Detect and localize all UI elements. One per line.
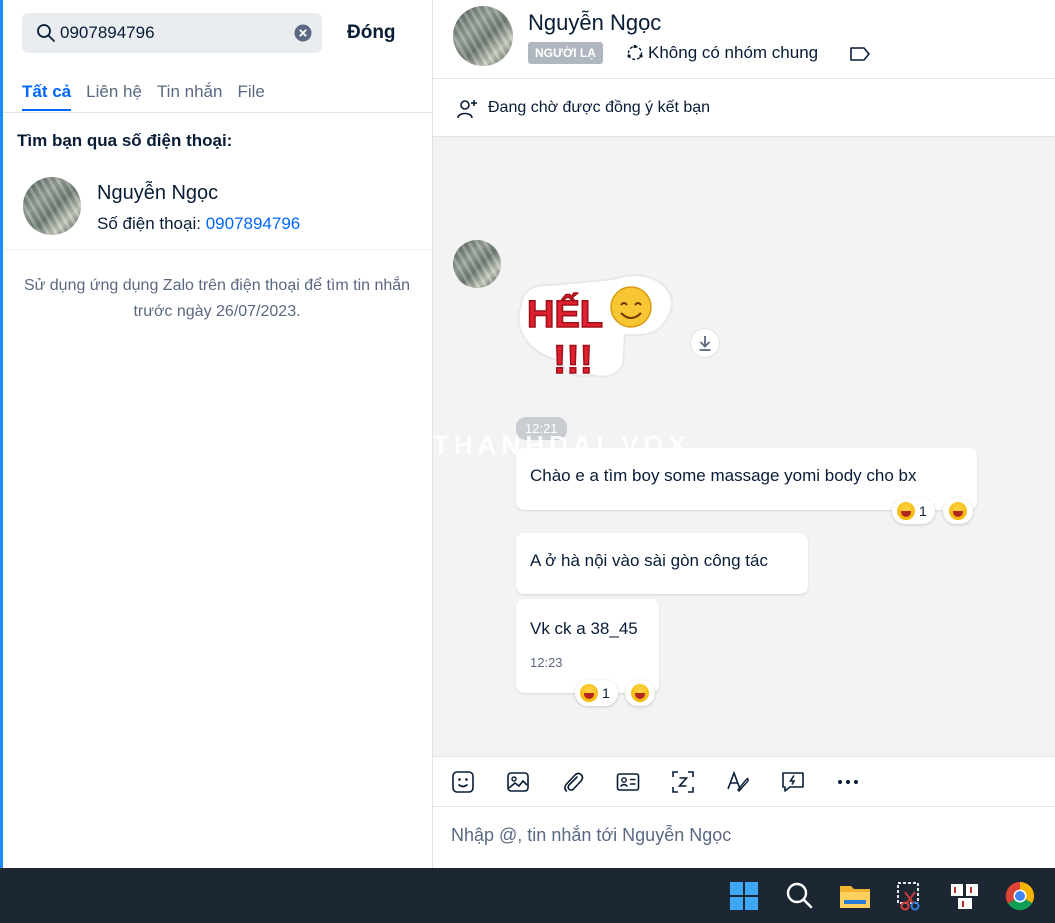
close-search-button[interactable]: Đóng	[347, 22, 396, 44]
clear-search-icon[interactable]	[294, 24, 312, 42]
download-button[interactable]	[690, 328, 720, 358]
contact-card-icon[interactable]	[615, 769, 641, 795]
search-tabs: Tất cả Liên hệ Tin nhắn File	[22, 82, 265, 111]
laugh-reaction-icon	[580, 684, 598, 702]
search-panel: 0907894796 Đóng Tất cả Liên hệ Tin nhắn …	[0, 0, 433, 868]
message-text: Vk ck a 38_45	[530, 619, 638, 638]
search-result-item[interactable]: Nguyễn Ngọc Số điện thoại: 0907894796	[3, 170, 433, 250]
text-format-icon[interactable]	[725, 769, 751, 795]
tab-messages[interactable]: Tin nhắn	[157, 82, 223, 111]
phone-search-title: Tìm bạn qua số điện thoại:	[17, 131, 233, 150]
add-friend-icon	[457, 100, 477, 119]
sticker-text: HẾL	[527, 292, 603, 336]
snipping-tool-icon[interactable]	[893, 880, 927, 912]
screenshot-icon[interactable]	[670, 769, 696, 795]
common-groups-label: Không có nhóm chung	[648, 43, 819, 62]
tag-icon[interactable]	[849, 46, 871, 62]
tab-all[interactable]: Tất cả	[22, 82, 72, 111]
add-reaction-button[interactable]	[625, 680, 655, 706]
file-explorer-icon[interactable]	[838, 880, 872, 912]
reaction-count-value: 1	[602, 685, 610, 701]
tab-contacts[interactable]: Liên hệ	[86, 82, 142, 111]
phone-label: Số điện thoại:	[97, 214, 201, 233]
group-icon	[627, 44, 643, 61]
result-name: Nguyễn Ngọc	[97, 182, 219, 204]
search-input[interactable]: 0907894796	[22, 13, 322, 53]
reaction-count[interactable]: 1	[575, 680, 618, 706]
search-value[interactable]: 0907894796	[60, 23, 155, 43]
chat-panel: Nguyễn Ngọc NGƯỜI LẠ Không có nhóm chung…	[433, 0, 1055, 868]
reaction-count-value: 1	[919, 503, 927, 519]
sticker-icon[interactable]	[450, 769, 476, 795]
taskbar	[0, 868, 1055, 923]
laugh-reaction-icon	[949, 502, 967, 520]
chrome-icon[interactable]	[1003, 880, 1037, 912]
hello-sticker[interactable]: HẾL !!!	[513, 265, 683, 383]
stranger-badge: NGƯỜI LẠ	[528, 42, 603, 64]
more-icon[interactable]	[835, 769, 861, 795]
reaction-count[interactable]: 1	[892, 498, 935, 524]
chat-title[interactable]: Nguyễn Ngọc	[528, 10, 661, 36]
avatar	[23, 177, 81, 235]
attach-icon[interactable]	[560, 769, 586, 795]
message-input[interactable]	[451, 825, 1031, 846]
friend-request-bar: Đang chờ được đồng ý kết bạn	[433, 79, 1055, 137]
pending-request-text: Đang chờ được đồng ý kết bạn	[488, 99, 711, 116]
download-icon	[699, 336, 711, 351]
laugh-reaction-icon	[897, 502, 915, 520]
result-phone: Số điện thoại: 0907894796	[97, 214, 300, 234]
composer-toolbar	[433, 756, 1055, 807]
message-time: 12:23	[530, 655, 563, 670]
add-reaction-button[interactable]	[943, 498, 973, 524]
tab-files[interactable]: File	[237, 82, 264, 111]
common-groups[interactable]: Không có nhóm chung	[626, 43, 818, 63]
chat-avatar[interactable]	[453, 6, 513, 66]
sender-avatar[interactable]	[453, 240, 501, 288]
message-composer	[433, 807, 1055, 868]
phone-number: 0907894796	[205, 214, 301, 233]
search-icon	[37, 24, 55, 42]
search-hint: Sử dụng ứng dụng Zalo trên điện thoại để…	[23, 277, 411, 320]
search-icon[interactable]	[783, 880, 817, 912]
unikey-icon[interactable]	[948, 880, 982, 912]
quick-message-icon[interactable]	[780, 769, 806, 795]
windows-start-icon[interactable]	[727, 880, 761, 912]
svg-text:!!!: !!!	[553, 338, 593, 382]
message-bubble[interactable]: Vk ck a 38_45 12:23	[516, 599, 659, 693]
message-bubble[interactable]: A ở hà nội vào sài gòn công tác	[516, 533, 808, 594]
divider	[3, 112, 433, 113]
chat-header: Nguyễn Ngọc NGƯỜI LẠ Không có nhóm chung	[433, 0, 1055, 79]
laugh-reaction-icon	[631, 684, 649, 702]
image-icon[interactable]	[505, 769, 531, 795]
